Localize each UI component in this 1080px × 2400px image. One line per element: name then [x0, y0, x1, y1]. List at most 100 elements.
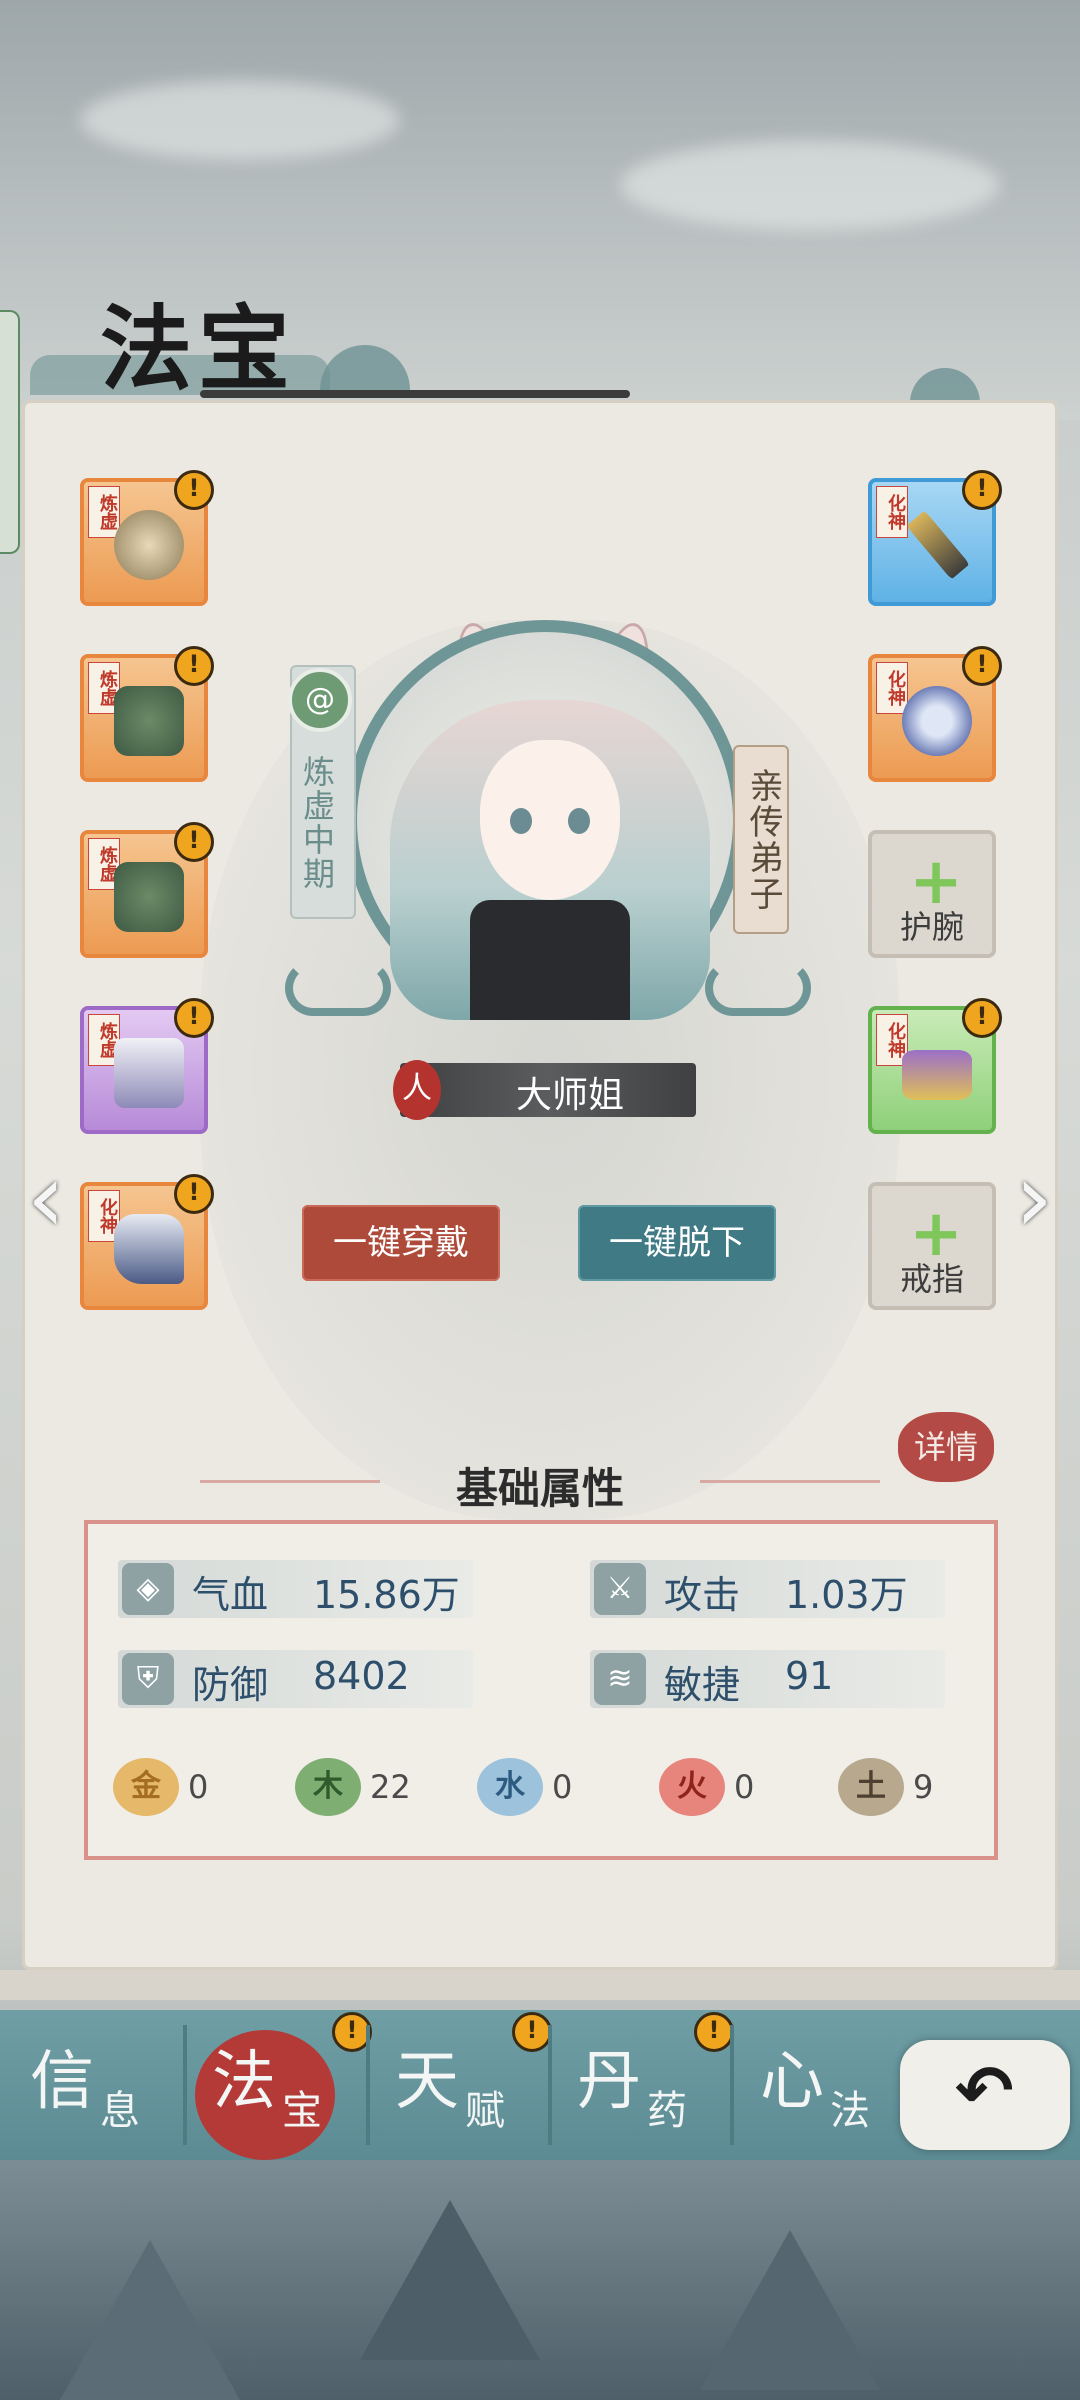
- element-fire-value: 0: [734, 1768, 755, 1806]
- detail-button[interactable]: 详情: [898, 1412, 994, 1482]
- tab-treasure[interactable]: 法 宝: [212, 2030, 392, 2150]
- stat-label: 气血: [192, 1573, 269, 1617]
- section-divider-left: [200, 1480, 380, 1483]
- tab-label-sub: 法: [830, 2088, 870, 2134]
- equip-slot-right-2[interactable]: 化神 !: [868, 646, 1002, 782]
- race-badge: 人: [393, 1060, 441, 1120]
- slot-label: 戒指: [899, 1260, 964, 1298]
- equip-slot-left-2[interactable]: 炼虚 !: [80, 646, 214, 782]
- element-earth-value: 9: [913, 1768, 934, 1806]
- slot-label: 护腕: [899, 908, 964, 946]
- stat-row-agility: ≋ 敏捷 91: [590, 1650, 945, 1708]
- stat-value: 91: [785, 1654, 834, 1698]
- tab-label-sub: 息: [100, 2088, 140, 2134]
- character-face: [480, 740, 620, 900]
- tab-label-main: 天: [395, 2045, 459, 2119]
- equip-slot-left-4[interactable]: 炼虚 !: [80, 998, 214, 1134]
- side-edge-tab[interactable]: [0, 310, 20, 554]
- tab-label-main: 丹: [577, 2045, 641, 2119]
- alert-icon: !: [962, 646, 1002, 686]
- equip-all-button[interactable]: 一键穿戴: [302, 1205, 500, 1281]
- page-title: 法宝: [100, 295, 297, 403]
- realm-spiral-icon: @: [288, 668, 352, 732]
- character-eye: [510, 808, 532, 834]
- equip-slot-left-5[interactable]: 化神 !: [80, 1174, 214, 1310]
- unequip-all-button[interactable]: 一键脱下: [578, 1205, 776, 1281]
- attributes-section-title: 基础属性: [455, 1464, 624, 1513]
- alert-icon: !: [962, 470, 1002, 510]
- stat-value: 1.03万: [785, 1573, 908, 1617]
- nav-divider: [366, 2025, 370, 2145]
- panel-bottom-edge: [0, 1970, 1080, 2000]
- stat-label: 敏捷: [664, 1663, 741, 1707]
- next-character-arrow-icon[interactable]: ›: [1004, 1150, 1064, 1246]
- staff-icon: [906, 510, 970, 580]
- alert-icon: !: [694, 2012, 734, 2052]
- rank-tag: 化神: [876, 662, 908, 714]
- character-name: 大师姐: [515, 1075, 624, 1116]
- tab-label-main: 心: [760, 2045, 824, 2119]
- nav-divider: [548, 2025, 552, 2145]
- element-wood-icon: 木: [295, 1758, 361, 1816]
- title-underline: [200, 390, 630, 398]
- alert-icon: !: [174, 1174, 214, 1214]
- equip-slot-left-3[interactable]: 炼虚 !: [80, 822, 214, 958]
- equip-slot-right-1[interactable]: 化神 !: [868, 470, 1002, 606]
- rank-tag: 炼虚: [88, 486, 120, 538]
- element-earth-icon: 土: [838, 1758, 904, 1816]
- sword-icon: ⚔: [594, 1563, 646, 1615]
- blood-drop-icon: ◈: [122, 1563, 174, 1615]
- realm-label: 炼虚中期: [298, 755, 336, 891]
- tab-label-sub: 药: [647, 2088, 687, 2134]
- cloud-ornament-right: [705, 960, 811, 1016]
- cloud-decoration: [80, 80, 400, 160]
- alert-icon: !: [174, 998, 214, 1038]
- equip-slot-right-4[interactable]: 化神 !: [868, 998, 1002, 1134]
- cauldron-icon: [114, 862, 184, 932]
- equip-slot-left-1[interactable]: 炼虚 !: [80, 470, 214, 606]
- section-divider-right: [700, 1480, 880, 1483]
- alert-icon: !: [512, 2012, 552, 2052]
- cloud-decoration: [620, 140, 1000, 230]
- stat-row-defense: ⛨ 防御 8402: [118, 1650, 473, 1708]
- nav-divider: [730, 2025, 734, 2145]
- back-arrow-icon: ↶: [955, 2050, 1014, 2132]
- stat-row-hp: ◈ 气血 15.86万: [118, 1560, 473, 1618]
- element-water-value: 0: [552, 1768, 573, 1806]
- alert-icon: !: [962, 998, 1002, 1038]
- tab-label-sub: 宝: [282, 2088, 322, 2134]
- element-fire-icon: 火: [659, 1758, 725, 1816]
- character-eye: [568, 808, 590, 834]
- stat-value: 8402: [313, 1654, 410, 1698]
- equip-slot-bracer-empty[interactable]: + 护腕: [868, 830, 996, 958]
- tab-label-sub: 赋: [465, 2088, 505, 2134]
- element-water-icon: 水: [477, 1758, 543, 1816]
- alert-icon: !: [174, 470, 214, 510]
- tab-label-main: 法: [212, 2045, 276, 2119]
- nav-divider: [183, 2025, 187, 2145]
- rank-tag: 化神: [876, 486, 908, 538]
- alert-icon: !: [174, 646, 214, 686]
- element-metal-icon: 金: [113, 1758, 179, 1816]
- mountain-peak: [700, 2230, 880, 2390]
- stat-label: 攻击: [664, 1573, 741, 1617]
- character-dress: [470, 900, 630, 1020]
- element-metal-value: 0: [188, 1768, 209, 1806]
- shield-icon: ⛨: [122, 1653, 174, 1705]
- wing-icon: ≋: [594, 1653, 646, 1705]
- stat-label: 防御: [192, 1663, 269, 1707]
- mountain-peak: [360, 2200, 540, 2360]
- boot-icon: [114, 1214, 184, 1284]
- cloud-ornament-left: [285, 960, 391, 1016]
- previous-character-arrow-icon[interactable]: ‹: [16, 1150, 76, 1246]
- tab-label-main: 信: [30, 2045, 94, 2119]
- cauldron-icon: [114, 686, 184, 756]
- mountain-peak: [60, 2240, 240, 2400]
- role-label: 亲传弟子: [733, 745, 789, 934]
- equip-slot-ring-empty[interactable]: + 戒指: [868, 1182, 996, 1310]
- stat-value: 15.86万: [313, 1573, 460, 1617]
- lantern-icon: [114, 510, 184, 580]
- alert-icon: !: [174, 822, 214, 862]
- element-wood-value: 22: [370, 1768, 411, 1806]
- necklace-icon: [902, 686, 972, 756]
